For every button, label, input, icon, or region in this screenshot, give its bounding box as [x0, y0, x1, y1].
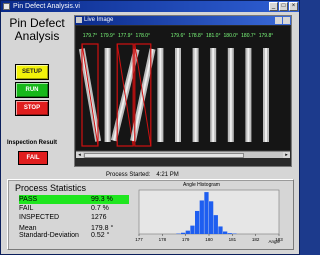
pin-highlight: [247, 48, 250, 142]
histogram-bar: [223, 231, 228, 234]
pin-9: [227, 48, 234, 142]
pin-angle-label: 179.7°: [83, 33, 98, 39]
std-label: Standard-Deviation: [19, 232, 79, 239]
stats-title: Process Statistics: [15, 183, 87, 193]
pin-highlight: [177, 48, 179, 142]
histogram-bar: [181, 232, 186, 234]
pin-6: [175, 48, 181, 142]
inspected-label: INSPECTED: [19, 214, 60, 221]
x-tick-label: 177: [135, 237, 143, 242]
pin-5: [157, 48, 164, 142]
pin-highlight: [194, 48, 197, 142]
histogram-title: Angle Histogram: [183, 182, 220, 188]
inspection-result-label: Inspection Result: [6, 140, 57, 146]
pin-angle-label: 179.8°: [259, 33, 274, 39]
histogram-bar: [218, 226, 223, 234]
image-window-icon: [76, 17, 82, 23]
image-minimize-button[interactable]: [275, 17, 282, 24]
pass-row: PASS 99.3 %: [19, 195, 129, 204]
close-button[interactable]: ×: [289, 2, 298, 11]
histogram-bar: [190, 225, 195, 234]
process-started: Process Started: 4:21 PM: [106, 172, 179, 178]
pin-2: [104, 48, 111, 142]
pin-highlight: [106, 48, 109, 142]
process-statistics-panel: Process Statistics PASS 99.3 % FAIL 0.7 …: [7, 179, 294, 250]
histogram-bar: [204, 192, 209, 234]
angle-histogram: Angle Histogram 177 178 179 180 181 182 183 Ang…: [131, 182, 291, 248]
pin-highlight: [159, 48, 162, 142]
process-started-time: 4:21 PM: [156, 172, 179, 178]
window-title: Pin Defect Analysis.vi: [13, 3, 80, 10]
histogram-bar: [199, 200, 204, 234]
pin-highlight: [265, 48, 267, 142]
inspected-row: INSPECTED 1276: [19, 213, 129, 222]
x-tick-label: 179: [182, 237, 190, 242]
pin-10: [245, 48, 252, 142]
pass-value: 99.3 %: [91, 196, 113, 203]
image-scrollbar[interactable]: ◂ ▸: [76, 151, 290, 158]
histogram-bar: [227, 233, 232, 234]
app-title: Pin Defect Analysis: [9, 16, 65, 43]
maximize-button[interactable]: □: [279, 2, 288, 11]
histogram-plot: 177 178 179 180 181 182 183Angle: [135, 189, 283, 244]
fail-label: FAIL: [19, 205, 34, 212]
pin-angle-label: 177.9°: [118, 33, 133, 39]
x-tick-label: 178: [159, 237, 167, 242]
live-image-window: Live Image 179.7° 179.9° 177.9° 178.0° 179.6…: [74, 15, 292, 167]
fail-row: FAIL 0.7 %: [19, 204, 129, 213]
std-value: 0.52 °: [91, 232, 110, 239]
setup-button[interactable]: SETUP: [15, 64, 49, 80]
histogram-bar: [195, 210, 200, 234]
pin-11: [263, 48, 269, 142]
pin-angle-label: 178.8°: [188, 33, 203, 39]
histogram-bar: [209, 201, 214, 234]
pin-image-canvas: 179.7° 179.9° 177.9° 178.0° 179.6° 178.8° 181.…: [76, 26, 290, 150]
minimize-button[interactable]: _: [269, 2, 278, 11]
stop-button[interactable]: STOP: [15, 100, 49, 116]
pin-angle-label: 180.0°: [224, 33, 239, 39]
live-image-view[interactable]: 179.7° 179.9° 177.9° 178.0° 179.6° 178.8° 181.…: [76, 26, 290, 150]
run-button[interactable]: RUN: [15, 82, 49, 98]
pin-7: [192, 48, 199, 142]
x-tick-label: 181: [229, 237, 237, 242]
pin-angle-label: 179.9°: [100, 33, 115, 39]
vi-icon: [3, 3, 10, 10]
pin-angle-label: 180.7°: [241, 33, 256, 39]
histogram-bar: [213, 215, 218, 234]
pin-angle-label: 181.0°: [206, 33, 221, 39]
fail-value: 0.7 %: [91, 205, 109, 212]
histogram-bar: [185, 230, 190, 234]
inspected-value: 1276: [91, 214, 107, 221]
scroll-left-icon[interactable]: ◂: [76, 152, 83, 158]
pin-angle-label: 178.0°: [136, 33, 151, 39]
image-maximize-button[interactable]: [283, 17, 290, 24]
x-axis-label: Angle: [268, 239, 280, 244]
pin-8: [210, 48, 217, 142]
scroll-right-icon[interactable]: ▸: [283, 152, 290, 158]
inspection-result-indicator: FAIL: [18, 151, 48, 165]
pin-highlight: [212, 48, 215, 142]
std-row: Standard-Deviation 0.52 °: [19, 231, 129, 240]
x-tick-label: 182: [252, 237, 260, 242]
process-started-label: Process Started:: [106, 172, 151, 178]
app-window: Pin Defect Analysis.vi _ □ × Pin Defect …: [0, 0, 300, 255]
window-titlebar[interactable]: Pin Defect Analysis.vi _ □ ×: [1, 1, 299, 12]
scrollbar-thumb[interactable]: [84, 153, 244, 158]
pin-angle-label: 179.6°: [171, 33, 186, 39]
pass-label: PASS: [19, 196, 38, 203]
pin-highlight: [229, 48, 232, 142]
live-image-title: Live Image: [84, 17, 114, 23]
x-tick-label: 180: [205, 237, 213, 242]
live-image-titlebar[interactable]: Live Image: [75, 16, 291, 25]
